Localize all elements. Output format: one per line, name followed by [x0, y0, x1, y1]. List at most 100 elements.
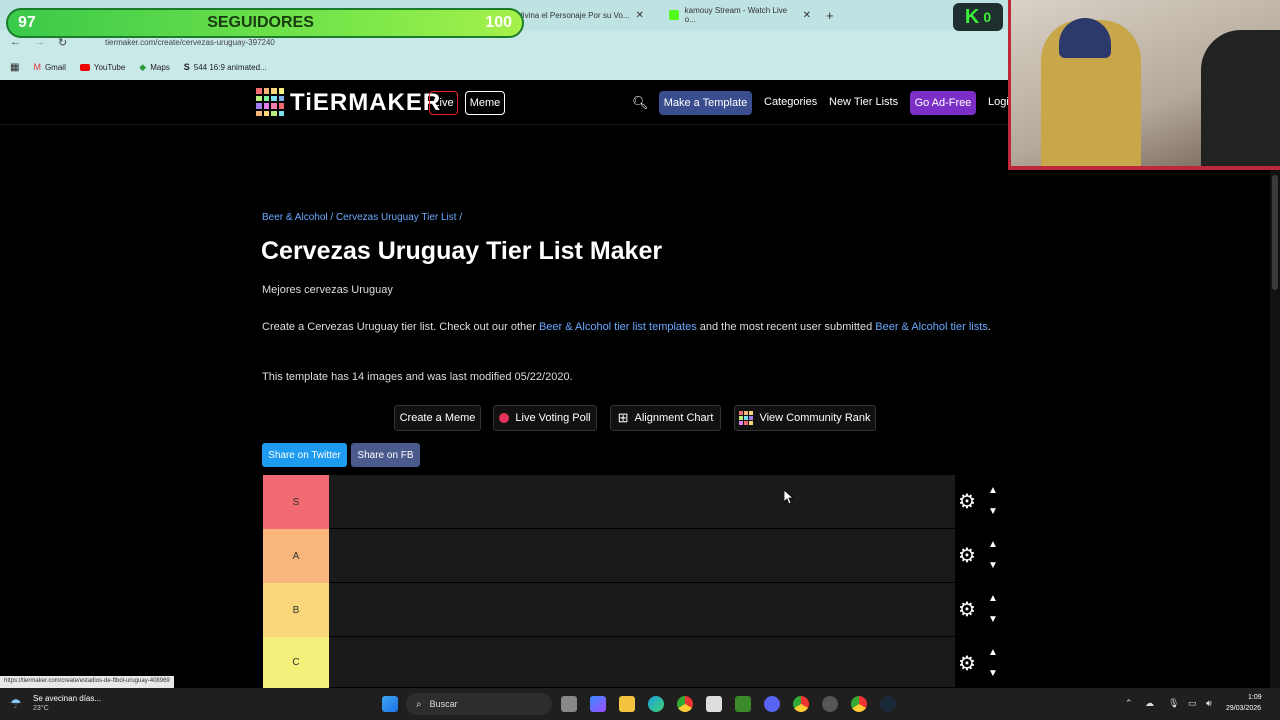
taskbar-search[interactable]: ⌕ Buscar — [406, 693, 552, 715]
followers-goal-bar: 97 SEGUIDORES 100 — [6, 8, 524, 38]
close-icon[interactable]: ✕ — [803, 10, 811, 21]
create-meme-button[interactable]: Create a Meme — [394, 405, 481, 431]
tiermaker-logo-icon[interactable] — [256, 88, 284, 116]
person-right — [1201, 30, 1280, 166]
windows-start-icon[interactable] — [382, 696, 398, 712]
file-explorer-icon[interactable] — [619, 696, 635, 712]
chevron-up-icon[interactable]: ▲ — [988, 593, 998, 604]
tier-label-c[interactable]: C — [263, 637, 329, 688]
kick-logo-icon: K — [964, 5, 980, 28]
tier-label-a[interactable]: A — [263, 529, 329, 583]
share-twitter-button[interactable]: Share on Twitter — [262, 443, 347, 467]
alignment-chart-button[interactable]: ⊞ Alignment Chart — [610, 405, 721, 431]
gear-icon[interactable]: ⚙ — [958, 597, 976, 622]
new-tab-icon[interactable]: + — [818, 4, 838, 26]
template-info: This template has 14 images and was last… — [262, 371, 573, 383]
chrome-profile-icon[interactable] — [851, 696, 867, 712]
tier-row-b[interactable] — [329, 583, 955, 637]
site-logo[interactable]: TiERMAKER — [290, 89, 441, 117]
tier-label-s[interactable]: S — [263, 475, 329, 529]
clock-time[interactable]: 1:09 — [1248, 694, 1262, 701]
share-fb-button[interactable]: Share on FB — [351, 443, 420, 467]
new-tier-lists-link[interactable]: New Tier Lists — [829, 96, 898, 108]
tab-adivina[interactable]: Adivina el Personaje Por su Vo... ✕ — [505, 4, 661, 26]
tier-label-b[interactable]: B — [263, 583, 329, 637]
volume-icon[interactable]: 🔊︎ — [1206, 698, 1212, 709]
chrome-icon[interactable] — [677, 696, 693, 712]
mouse-cursor-icon — [784, 490, 794, 504]
minecraft-icon[interactable] — [735, 696, 751, 712]
monitor-icon[interactable]: ▭ — [1188, 698, 1197, 709]
weather-icon[interactable]: ☂ — [10, 696, 22, 712]
go-ad-free-button[interactable]: Go Ad-Free — [910, 91, 976, 115]
page-subtitle: Mejores cervezas Uruguay — [262, 284, 393, 296]
scrollbar-thumb[interactable] — [1272, 175, 1278, 290]
breadcrumb-beer-alcohol[interactable]: Beer & Alcohol — [262, 212, 328, 223]
copilot-icon[interactable] — [590, 696, 606, 712]
search-icon: ⌕ — [416, 698, 422, 710]
chevron-down-icon[interactable]: ▼ — [988, 668, 998, 679]
bookmark-maps[interactable]: ◆ Maps — [139, 62, 169, 73]
clock-date[interactable]: 29/03/2026 — [1226, 705, 1261, 712]
steam-icon[interactable] — [880, 696, 896, 712]
chevron-down-icon[interactable]: ▼ — [988, 560, 998, 571]
bookmarks-bar: ▦ M Gmail YouTube ◆ Maps S 544 16:9 animate… — [0, 56, 1008, 78]
bookmark-gmail[interactable]: M Gmail — [33, 62, 65, 72]
meme-button[interactable]: Meme — [465, 91, 505, 115]
weather-temp: 23°C — [33, 705, 49, 712]
templates-link[interactable]: Beer & Alcohol tier list templates — [539, 321, 697, 333]
breadcrumb-cervezas[interactable]: Cervezas Uruguay Tier List — [336, 212, 457, 223]
gear-icon[interactable]: ⚙ — [958, 543, 976, 568]
youtube-icon — [79, 63, 90, 71]
webcam-overlay — [1008, 0, 1280, 170]
chevron-up-icon[interactable]: ▲ — [988, 539, 998, 550]
tab-label: Adivina el Personaje Por su Vo... — [513, 10, 630, 20]
tab-kamouy[interactable]: kamouy Stream - Watch Live o... ✕ — [661, 4, 819, 26]
live-button[interactable]: Live — [429, 91, 458, 115]
view-community-rank-button[interactable]: View Community Rank — [734, 405, 876, 431]
chevron-down-icon[interactable]: ▼ — [988, 506, 998, 517]
followers-goal: 100 — [485, 14, 512, 31]
make-template-button[interactable]: Make a Template — [659, 91, 752, 115]
discord-icon[interactable] — [764, 696, 780, 712]
gear-icon[interactable]: ⚙ — [958, 651, 976, 676]
gmail-icon: M — [33, 62, 41, 72]
breadcrumb: Beer & Alcohol / Cervezas Uruguay Tier L… — [262, 212, 463, 223]
kick-icon — [669, 10, 679, 20]
task-view-icon[interactable] — [561, 696, 577, 712]
apps-icon[interactable]: ▦ — [10, 62, 19, 73]
close-icon[interactable]: ✕ — [636, 10, 644, 21]
cloud-icon[interactable]: ☁ — [1145, 698, 1154, 709]
tab-label: kamouy Stream - Watch Live o... — [684, 6, 788, 24]
edge-icon[interactable] — [648, 696, 664, 712]
address-bar[interactable]: tiermaker.com/create/cervezas-uruguay-39… — [105, 38, 275, 47]
chrome-active-icon[interactable] — [793, 696, 809, 712]
taskbar — [0, 688, 1280, 720]
grid-icon: ⊞ — [617, 410, 629, 425]
store-icon[interactable] — [706, 696, 722, 712]
chevron-up-icon[interactable]: ▲ — [988, 485, 998, 496]
login-link[interactable]: Login — [988, 96, 1008, 108]
gear-icon[interactable]: ⚙ — [958, 489, 976, 514]
bookmark-gif[interactable]: S 544 16:9 animated... — [184, 62, 267, 72]
followers-label: SEGUIDORES — [207, 14, 314, 31]
search-icon[interactable]: 🔍︎ — [632, 95, 649, 111]
tier-row-s[interactable] — [329, 475, 955, 529]
page-title: Cervezas Uruguay Tier List Maker — [261, 237, 663, 265]
tier-row-a[interactable] — [329, 529, 955, 583]
tray-chevron-up-icon[interactable]: ⌃ — [1125, 698, 1133, 709]
weather-text: Se avecinan días... — [33, 694, 102, 703]
tier-row-c[interactable] — [329, 637, 955, 688]
tier-lists-link[interactable]: Beer & Alcohol tier lists — [875, 321, 988, 333]
obs-icon[interactable] — [822, 696, 838, 712]
status-url: https://tiermaker.com/create/estadios-de… — [0, 676, 174, 688]
followers-current: 97 — [18, 14, 36, 31]
kick-count: 0 — [983, 9, 992, 25]
record-dot-icon — [499, 413, 510, 423]
categories-link[interactable]: Categories — [764, 96, 817, 108]
chevron-down-icon[interactable]: ▼ — [988, 614, 998, 625]
bookmark-youtube[interactable]: YouTube — [79, 63, 125, 72]
mic-icon[interactable]: 🎙︎ — [1168, 698, 1179, 709]
chevron-up-icon[interactable]: ▲ — [988, 647, 998, 658]
live-voting-poll-button[interactable]: Live Voting Poll — [493, 405, 597, 431]
